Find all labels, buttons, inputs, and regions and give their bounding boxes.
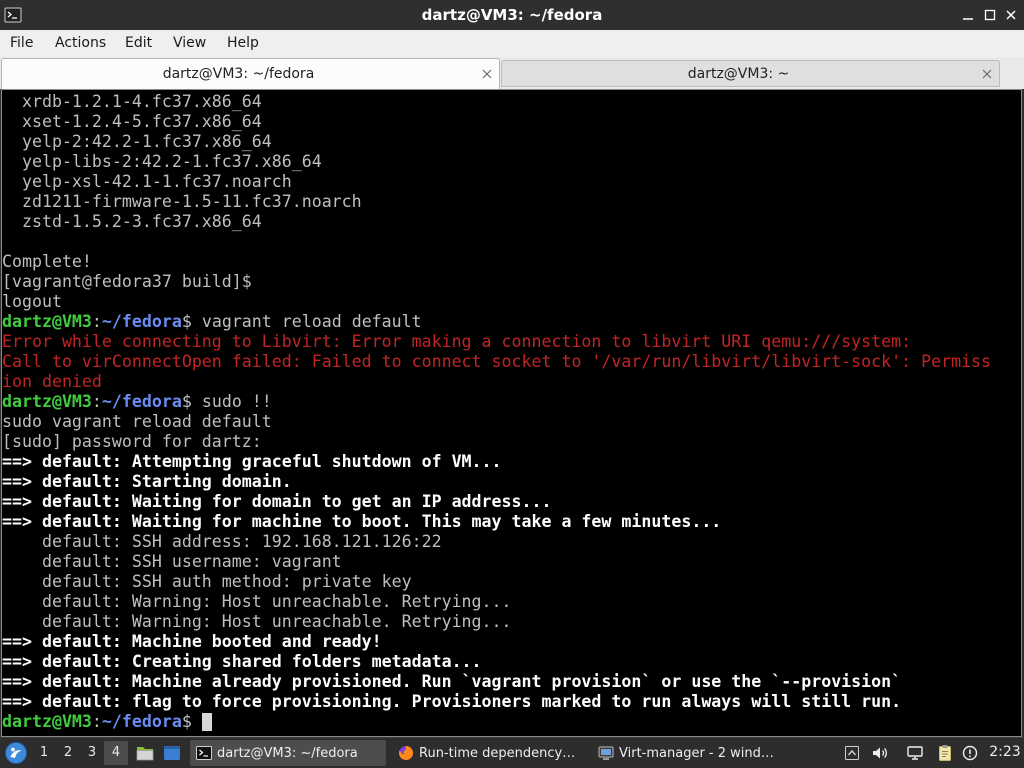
terminal-view[interactable]: xrdb-1.2.1-4.fc37.x86_64 xset-1.2.4-5.fc… bbox=[1, 89, 1022, 737]
terminal-line: yelp-2:42.2-1.fc37.x86_64 bbox=[2, 132, 272, 151]
terminal-line: sudo vagrant reload default bbox=[2, 412, 272, 431]
terminal-line: ==> default: Waiting for machine to boot… bbox=[2, 512, 722, 531]
menu-bar: File Actions Edit View Help bbox=[0, 30, 1024, 57]
virt-manager-icon bbox=[598, 745, 614, 761]
terminal-cursor bbox=[201, 713, 212, 731]
terminal-line: xset-1.2.4-5.fc37.x86_64 bbox=[2, 112, 262, 131]
prompt-symbol: $ bbox=[181, 392, 192, 411]
menu-actions[interactable]: Actions bbox=[55, 30, 106, 56]
prompt-user-host: dartz@VM3 bbox=[2, 312, 92, 331]
prompt-symbol: $ bbox=[181, 712, 192, 731]
network-icon[interactable] bbox=[906, 744, 924, 762]
tab-label: dartz@VM3: ~/fedora bbox=[162, 66, 315, 82]
terminal-icon bbox=[196, 745, 212, 761]
terminal-line: logout bbox=[2, 292, 62, 311]
terminal-line: ==> default: Machine booted and ready! bbox=[2, 632, 382, 651]
prompt-symbol: $ bbox=[181, 312, 192, 331]
prompt-command: sudo !! bbox=[201, 392, 272, 411]
terminal-line: default: SSH auth method: private key bbox=[2, 572, 412, 591]
menu-file[interactable]: File bbox=[10, 30, 33, 56]
prompt-separator: : bbox=[91, 392, 102, 411]
terminal-line: default: SSH address: 192.168.121.126:22 bbox=[2, 532, 442, 551]
task-firefox[interactable]: Run-time dependency… bbox=[392, 740, 588, 766]
terminal-prompt-line: dartz@VM3: ~/fedora $ sudo !! bbox=[2, 392, 1021, 412]
tab-bar: dartz@VM3: ~/fedora dartz@VM3: ~ bbox=[0, 57, 1024, 89]
terminal-line: ==> default: Attempting graceful shutdow… bbox=[2, 452, 502, 471]
terminal-line: ==> default: Waiting for domain to get a… bbox=[2, 492, 552, 511]
terminal-line: default: SSH username: vagrant bbox=[2, 552, 342, 571]
menu-edit[interactable]: Edit bbox=[125, 30, 152, 56]
minimize-icon[interactable] bbox=[961, 8, 975, 22]
task-terminal[interactable]: dartz@VM3: ~/fedora bbox=[190, 740, 386, 766]
update-notifier-icon[interactable] bbox=[962, 745, 978, 761]
file-manager-icon[interactable] bbox=[136, 744, 154, 762]
terminal-line: yelp-xsl-42.1-1.fc37.noarch bbox=[2, 172, 292, 191]
tab-home[interactable]: dartz@VM3: ~ bbox=[501, 60, 1000, 87]
start-menu-icon[interactable] bbox=[4, 741, 28, 765]
terminal-prompt-line: dartz@VM3: ~/fedora $ vagrant reload defaul… bbox=[2, 312, 1021, 332]
tab-label: dartz@VM3: ~ bbox=[687, 65, 790, 82]
task-label: Virt-manager - 2 wind… bbox=[619, 745, 774, 761]
terminal-line: ==> default: Starting domain. bbox=[2, 472, 292, 491]
tab-fedora[interactable]: dartz@VM3: ~/fedora bbox=[1, 58, 500, 89]
prompt-user-host: dartz@VM3 bbox=[2, 712, 92, 731]
menu-view[interactable]: View bbox=[173, 30, 206, 56]
task-label: dartz@VM3: ~/fedora bbox=[217, 745, 358, 761]
window-titlebar[interactable]: dartz@VM3: ~/fedora bbox=[0, 0, 1024, 30]
desktop-3-button[interactable]: 3 bbox=[80, 741, 104, 765]
window-title: dartz@VM3: ~/fedora bbox=[421, 6, 603, 24]
show-hidden-icons-icon[interactable] bbox=[844, 745, 860, 761]
prompt-cwd: ~/fedora bbox=[101, 392, 182, 411]
taskbar-clock[interactable]: 2:23 bbox=[988, 738, 1022, 767]
prompt-user-host: dartz@VM3 bbox=[2, 392, 92, 411]
terminal-prompt-line: dartz@VM3: ~/fedora $ bbox=[2, 712, 1021, 732]
terminal-error-line: Error while connecting to Libvirt: Error… bbox=[2, 332, 912, 351]
maximize-icon[interactable] bbox=[983, 8, 997, 22]
terminal-line: yelp-libs-2:42.2-1.fc37.x86_64 bbox=[2, 152, 322, 171]
task-label: Run-time dependency… bbox=[419, 745, 576, 761]
prompt-separator: : bbox=[91, 712, 102, 731]
task-virt-manager[interactable]: Virt-manager - 2 wind… bbox=[592, 740, 788, 766]
taskbar: 1 2 3 4 dartz@VM3: ~/fedora Run-time dep… bbox=[0, 737, 1024, 768]
terminal-line: [vagrant@fedora37 build]$ bbox=[2, 272, 252, 291]
prompt-command: vagrant reload default bbox=[201, 312, 422, 331]
terminal-error-line: Call to virConnectOpen failed: Failed to… bbox=[2, 352, 992, 371]
clipboard-icon[interactable] bbox=[937, 744, 953, 762]
terminal-line: ==> default: Creating shared folders met… bbox=[2, 652, 482, 671]
desktop-2-button[interactable]: 2 bbox=[56, 741, 80, 765]
terminal-line: ==> default: Machine already provisioned… bbox=[2, 672, 902, 691]
terminal-line: xrdb-1.2.1-4.fc37.x86_64 bbox=[2, 92, 262, 111]
prompt-cwd: ~/fedora bbox=[101, 712, 182, 731]
terminal-line: default: Warning: Host unreachable. Retr… bbox=[2, 592, 512, 611]
close-icon[interactable] bbox=[1004, 8, 1018, 22]
prompt-cwd: ~/fedora bbox=[101, 312, 182, 331]
prompt-separator: : bbox=[91, 312, 102, 331]
terminal-line: zd1211-firmware-1.5-11.fc37.noarch bbox=[2, 192, 362, 211]
firefox-icon bbox=[398, 745, 414, 761]
volume-icon[interactable] bbox=[871, 744, 889, 762]
terminal-error-line: ion denied bbox=[2, 372, 102, 391]
menu-help[interactable]: Help bbox=[227, 30, 259, 56]
terminal-line: ==> default: flag to force provisioning.… bbox=[2, 692, 902, 711]
terminal-line: [sudo] password for dartz: bbox=[2, 432, 262, 451]
desktop-1-button[interactable]: 1 bbox=[32, 741, 56, 765]
show-desktop-icon[interactable] bbox=[163, 744, 181, 762]
terminal-icon[interactable] bbox=[4, 6, 22, 24]
terminal-line: zstd-1.5.2-3.fc37.x86_64 bbox=[2, 212, 262, 231]
desktop-4-button[interactable]: 4 bbox=[104, 741, 128, 765]
terminal-line: default: Warning: Host unreachable. Retr… bbox=[2, 612, 512, 631]
terminal-line: Complete! bbox=[2, 252, 92, 271]
tab-close-icon[interactable] bbox=[975, 66, 999, 82]
tab-close-icon[interactable] bbox=[475, 66, 499, 82]
